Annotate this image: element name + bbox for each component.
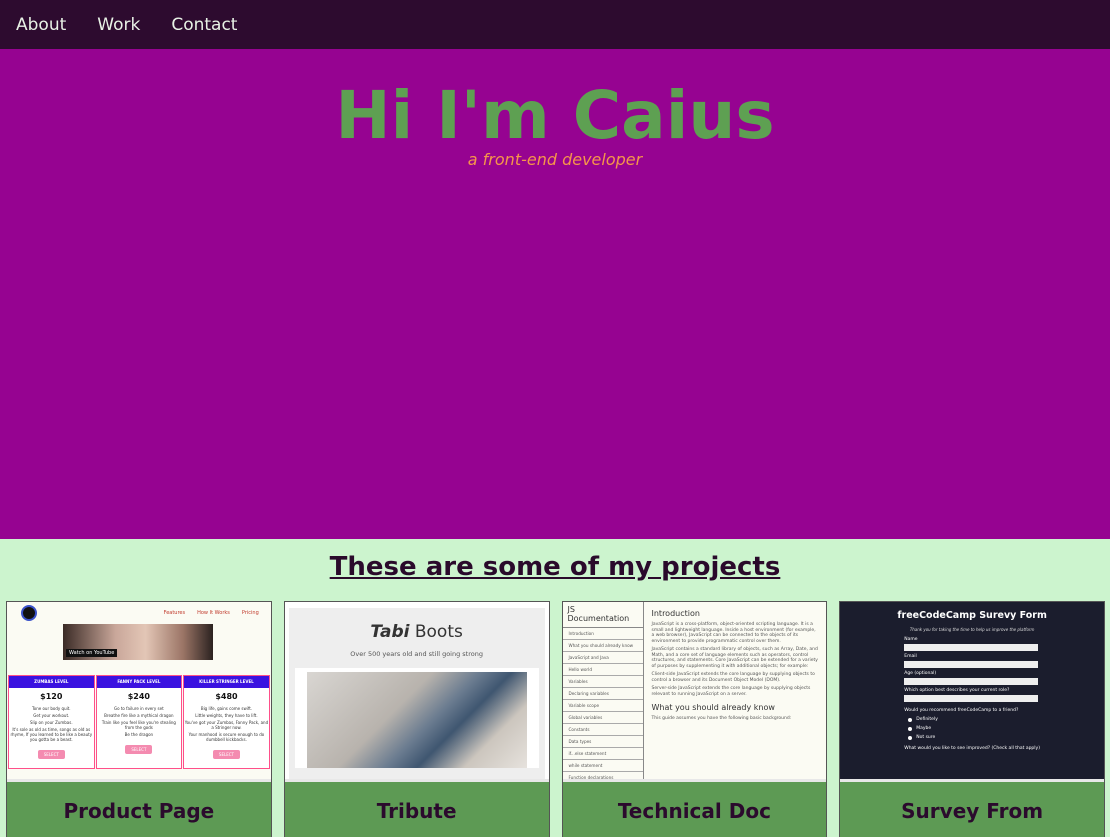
survey-input	[904, 644, 1039, 651]
project-thumbnail-product-page: Features How It Works Pricing Watch on You…	[7, 602, 271, 782]
radio-icon	[908, 735, 913, 740]
project-thumbnail-tribute: Tabi Boots Over 500 years old and still …	[284, 602, 549, 782]
project-title: Survey From	[901, 799, 1044, 823]
pricing-tier: FANNY PACK LEVEL $240 Go to failure in e…	[95, 675, 183, 769]
project-card-product-page[interactable]: Features How It Works Pricing Watch on You…	[6, 601, 272, 837]
tribute-title-em: Tabi	[370, 622, 410, 642]
project-card-survey-form[interactable]: freeCodeCamp Surevy Form Thank you for t…	[839, 601, 1105, 837]
doc-sidebar: JS Documentation Introduction What you s…	[562, 602, 644, 779]
radio-icon	[908, 726, 913, 731]
pricing-tier: KILLER STRINGER LEVEL $480 Big life, gai…	[183, 675, 270, 769]
tribute-title-rest: Boots	[409, 622, 463, 642]
thumb-link: Pricing	[241, 610, 259, 616]
welcome-section: Hi I'm Caius a front-end developer	[0, 49, 1110, 539]
thumb-link: Features	[163, 610, 186, 616]
project-title: Technical Doc	[617, 799, 771, 823]
project-title: Tribute	[376, 799, 457, 823]
hero-title: Hi I'm Caius	[335, 77, 775, 154]
nav-work-link[interactable]: Work	[97, 15, 140, 35]
video-thumbnail: Watch on YouTube	[63, 624, 213, 660]
project-card-tribute[interactable]: Tabi Boots Over 500 years old and still …	[283, 601, 550, 837]
doc-main: Introduction JavaScript is a cross-platf…	[651, 609, 818, 721]
hero-subtitle: a front-end developer	[467, 150, 643, 169]
project-thumbnail-survey-form: freeCodeCamp Surevy Form Thank you for t…	[840, 602, 1104, 782]
nav-about-link[interactable]: About	[16, 15, 66, 35]
projects-section: These are some of my projects Features Ho…	[0, 539, 1110, 837]
pricing-tier: ZUMBAS LEVEL $120 Tone our body quit. Ge…	[8, 675, 95, 769]
project-title-bar: Survey From	[840, 782, 1104, 837]
survey-input	[904, 678, 1039, 685]
youtube-badge: Watch on YouTube	[66, 649, 118, 657]
project-grid: Features How It Works Pricing Watch on You…	[6, 601, 1105, 837]
tribute-tagline: Over 500 years old and still going stron…	[350, 650, 483, 658]
survey-input	[904, 661, 1039, 668]
logo-icon	[21, 605, 37, 621]
boots-image	[294, 668, 539, 768]
project-title-bar: Product Page	[7, 782, 271, 837]
project-title-bar: Tribute	[284, 782, 549, 837]
top-nav: About Work Contact	[0, 0, 1110, 49]
survey-select	[904, 695, 1039, 702]
project-title-bar: Technical Doc	[562, 782, 827, 837]
project-card-technical-doc[interactable]: JS Documentation Introduction What you s…	[561, 601, 828, 837]
nav-contact-link[interactable]: Contact	[171, 15, 237, 35]
radio-icon	[908, 717, 913, 722]
projects-heading: These are some of my projects	[329, 552, 781, 582]
thumb-link: How It Works	[197, 610, 230, 616]
project-title: Product Page	[63, 799, 215, 823]
project-thumbnail-technical-doc: JS Documentation Introduction What you s…	[562, 602, 827, 782]
